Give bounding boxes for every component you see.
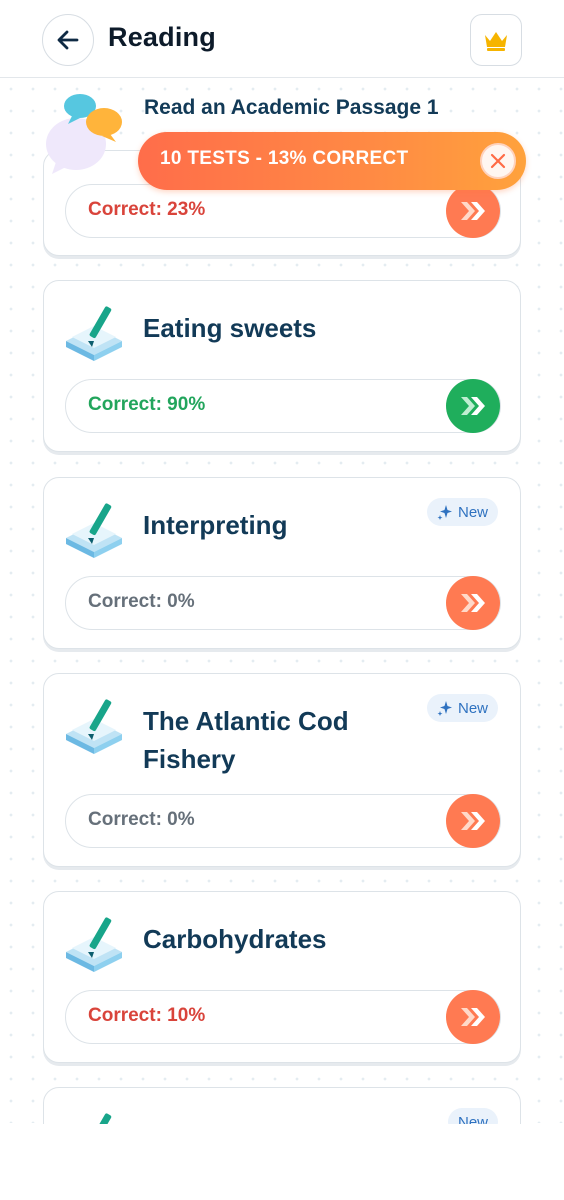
sparkle-icon xyxy=(437,505,452,520)
start-test-button[interactable] xyxy=(446,576,500,630)
start-test-button[interactable] xyxy=(446,794,500,848)
new-badge-label: New xyxy=(457,699,488,717)
double-chevron-icon xyxy=(461,812,485,830)
app-header: Reading xyxy=(0,0,564,78)
new-badge: New xyxy=(426,694,498,722)
progress-bar: Correct: 10% xyxy=(65,990,501,1044)
progress-bar: Correct: 0% xyxy=(65,794,501,848)
banner-title: Read an Academic Passage 1 xyxy=(144,96,439,119)
new-badge: New xyxy=(426,498,498,526)
progress-bar: Correct: 23% xyxy=(65,184,501,238)
card-title: Interpreting xyxy=(143,510,288,540)
progress-label: Correct: 23% xyxy=(88,199,206,220)
double-chevron-icon xyxy=(461,202,485,220)
start-test-button[interactable] xyxy=(446,990,500,1044)
progress-bar: Correct: 0% xyxy=(65,576,501,630)
page-title: Reading xyxy=(108,22,216,52)
progress-label: Correct: 0% xyxy=(88,809,195,830)
card-title: Carbohydrates xyxy=(143,924,327,954)
close-icon xyxy=(490,153,506,169)
close-banner-button[interactable] xyxy=(480,143,516,179)
notebook-pencil-icon xyxy=(64,303,124,363)
progress-bar: Correct: 90% xyxy=(65,379,501,433)
notebook-pencil-icon xyxy=(64,696,124,756)
double-chevron-icon xyxy=(461,594,485,612)
card-title: Eating sweets xyxy=(143,313,317,343)
test-card-1[interactable]: Eating sweets Correct: 90% xyxy=(43,280,521,452)
arrow-left-icon xyxy=(57,30,79,50)
double-chevron-icon xyxy=(461,1008,485,1026)
notebook-pencil-icon xyxy=(64,500,124,560)
progress-label: Correct: 10% xyxy=(88,1005,206,1026)
double-chevron-icon xyxy=(461,397,485,415)
back-button[interactable] xyxy=(42,14,94,66)
test-card-4[interactable]: Carbohydrates Correct: 10% xyxy=(43,891,521,1063)
card-title: The Atlantic Cod Fishery xyxy=(143,706,349,774)
start-test-button[interactable] xyxy=(446,379,500,433)
test-card-3[interactable]: The Atlantic Cod Fishery New Correct: 0% xyxy=(43,673,521,867)
progress-label: Correct: 0% xyxy=(88,591,195,612)
notebook-pencil-icon xyxy=(64,914,124,974)
chat-bubbles-icon xyxy=(44,92,126,176)
sparkle-icon xyxy=(437,701,452,716)
bottom-fade xyxy=(0,1124,564,1200)
test-card-2[interactable]: Interpreting New Correct: 0% xyxy=(43,477,521,649)
start-test-button[interactable] xyxy=(446,184,500,238)
crown-icon xyxy=(485,32,507,51)
new-badge-label: New xyxy=(457,503,488,521)
progress-label: Correct: 90% xyxy=(88,394,206,415)
summary-pill: 10 TESTS - 13% CORRECT xyxy=(138,132,526,190)
premium-button[interactable] xyxy=(470,14,522,66)
summary-text: 10 TESTS - 13% CORRECT xyxy=(160,148,409,169)
